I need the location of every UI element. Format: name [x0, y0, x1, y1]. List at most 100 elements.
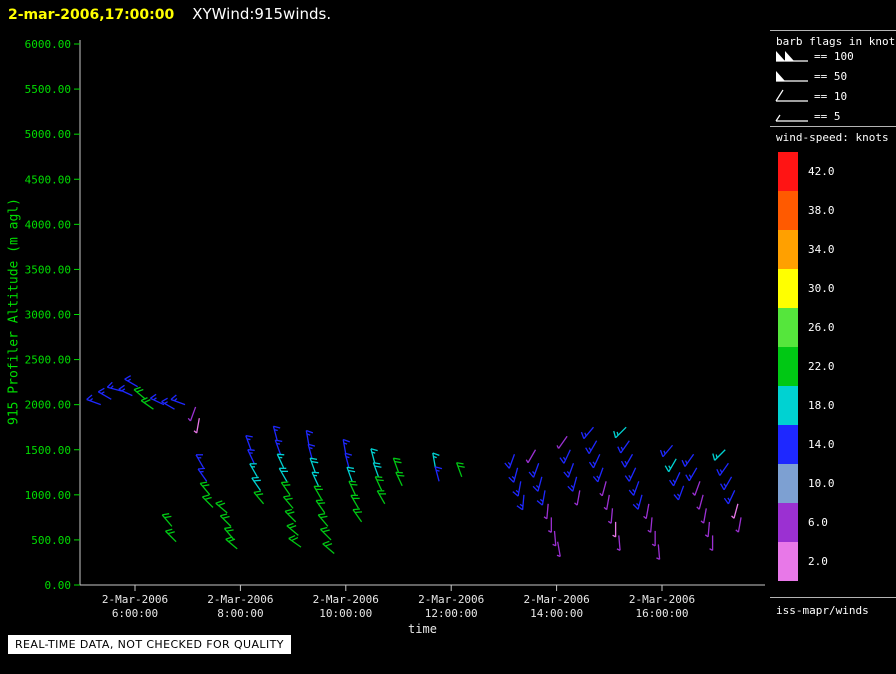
wind-barb [247, 449, 255, 464]
wind-barb [664, 458, 677, 473]
speed-scale-label: 30.0 [808, 282, 835, 295]
wind-barb [735, 517, 742, 533]
x-tick-date: 2-Mar-2006 [418, 593, 484, 606]
wind-barb [352, 508, 363, 523]
wind-barb [659, 444, 674, 458]
y-axis-label: 915 Profiler Altitude (m agl) [6, 198, 22, 425]
legend-panel: barb flags in knots == 100 == 50 == 10 == 5… [770, 0, 896, 674]
panel-divider-top [770, 30, 896, 31]
wind-barb [616, 535, 621, 551]
wind-barb [348, 480, 358, 496]
wind-barb [723, 490, 736, 505]
wind-barb [592, 467, 604, 483]
wind-barb [508, 467, 519, 483]
wind-barb [374, 476, 384, 491]
wind-barb [313, 485, 323, 500]
speed-scale-label: 42.0 [808, 165, 835, 178]
x-tick-time: 6:00:00 [112, 607, 158, 620]
speed-color-swatch [778, 425, 798, 464]
wind-barb [455, 462, 465, 478]
x-tick-time: 10:00:00 [319, 607, 372, 620]
speed-scale-label: 22.0 [808, 360, 835, 373]
wind-barb [219, 513, 232, 527]
wind-barb [311, 471, 320, 487]
wind-barb [278, 467, 289, 482]
data-source-label: iss-mapr/winds [776, 604, 869, 617]
speed-color-swatch [778, 347, 798, 386]
wind-barb [543, 503, 549, 520]
speed-scale-label: 34.0 [808, 243, 835, 256]
wind-barb [624, 467, 637, 482]
speed-scale-label: 2.0 [808, 555, 828, 568]
wind-barb [720, 476, 733, 491]
wind-barb [696, 494, 704, 510]
speed-scale-row: 6.0 [778, 503, 835, 542]
speed-scale-row: 42.0 [778, 152, 835, 191]
wind-barb [731, 503, 739, 519]
wind-barb [647, 517, 653, 533]
speed-scale-row: 34.0 [778, 230, 835, 269]
wind-barb [193, 418, 200, 434]
wind-barb [556, 541, 561, 558]
speed-scale-label: 6.0 [808, 516, 828, 529]
wind-barb [276, 453, 285, 469]
y-tick-label: 2000.00 [25, 399, 71, 412]
wind-barb [392, 457, 402, 473]
wind-barb [528, 463, 540, 478]
speed-scale-row: 26.0 [778, 308, 835, 347]
wind-barb [681, 453, 695, 467]
wind-barb [692, 481, 701, 496]
speed-scale-row: 14.0 [778, 425, 835, 464]
speed-scale-row: 22.0 [778, 347, 835, 386]
speed-color-swatch [778, 503, 798, 542]
wind-barb [536, 490, 546, 506]
wind-barb [319, 526, 332, 541]
wind-barb [603, 494, 610, 511]
y-tick-label: 6000.00 [25, 38, 71, 51]
speed-color-swatch [778, 308, 798, 347]
y-tick-label: 5000.00 [25, 128, 71, 141]
plot-title: XYWind:915winds. [192, 5, 332, 23]
flag-50-icon [776, 71, 808, 82]
wind-barb [395, 471, 405, 487]
wind-barb [612, 521, 617, 538]
wind-barb [286, 522, 299, 536]
wind-barb [315, 499, 326, 514]
speed-scale-label: 26.0 [808, 321, 835, 334]
wind-barb [282, 495, 294, 509]
speed-scale-label: 10.0 [808, 477, 835, 490]
speed-color-swatch [778, 269, 798, 308]
wind-barb [685, 467, 698, 482]
wind-barb [599, 481, 607, 497]
wind-barb [309, 457, 319, 473]
x-tick-time: 14:00:00 [530, 607, 583, 620]
speed-scale-row: 30.0 [778, 269, 835, 308]
wind-barb [512, 481, 522, 497]
plot-header: 2-mar-2006,17:00:00 XYWind:915winds. [8, 4, 331, 23]
wind-profiler-window: { "header": { "timestamp": "2-mar-2006,1… [0, 0, 896, 674]
quality-note: REAL-TIME DATA, NOT CHECKED FOR QUALITY [8, 635, 291, 654]
wind-barb [372, 462, 382, 478]
wind-barb [716, 462, 729, 476]
barb-legend-row: == 50 [774, 66, 854, 86]
y-tick-label: 500.00 [31, 534, 71, 547]
wind-barb [118, 384, 133, 397]
wind-barb [607, 508, 614, 524]
wind-barb [249, 463, 258, 478]
wind-barb [656, 544, 661, 560]
y-tick-label: 0.00 [45, 579, 72, 592]
wind-barb [700, 508, 707, 524]
wind-barb [547, 517, 552, 533]
wind-barb [251, 476, 261, 491]
wind-barb [504, 454, 516, 469]
wind-barb [434, 466, 443, 482]
wind-barb [712, 449, 726, 461]
speed-color-swatch [778, 386, 798, 425]
wind-barb [376, 490, 387, 505]
wind-barb [225, 536, 238, 550]
y-tick-label: 2500.00 [25, 354, 71, 367]
wind-barb [563, 463, 575, 478]
wind-barb [588, 453, 601, 469]
y-tick-label: 4000.00 [25, 218, 71, 231]
wind-barb [150, 393, 165, 406]
